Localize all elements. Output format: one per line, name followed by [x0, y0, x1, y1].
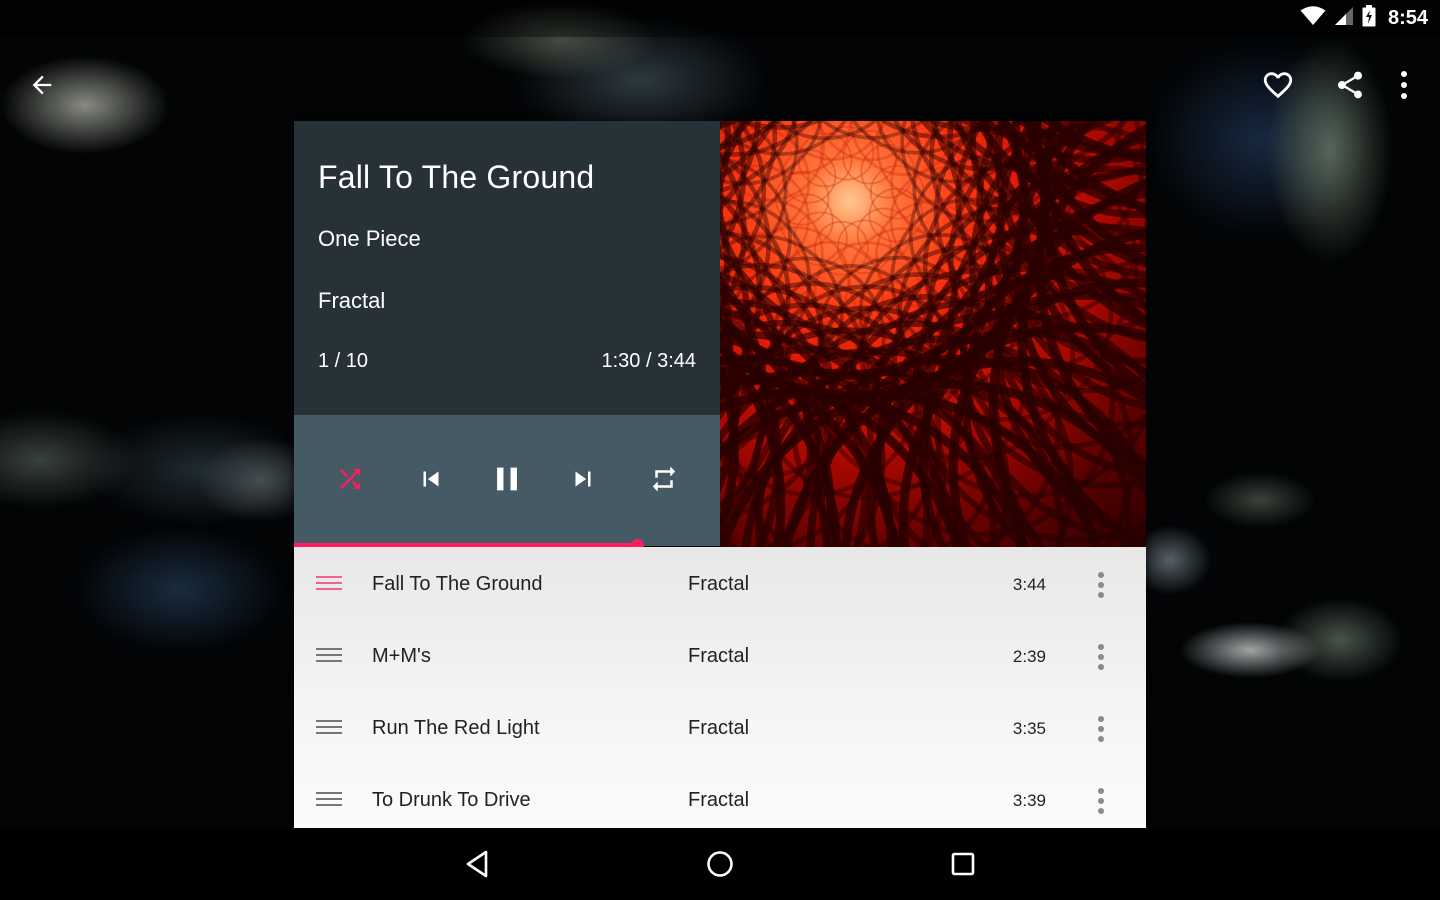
repeat-icon	[652, 466, 676, 492]
pause-button[interactable]	[485, 457, 529, 501]
drag-handle-icon[interactable]	[316, 647, 342, 665]
artist-name: Fractal	[318, 288, 386, 313]
track-duration: 3:44	[1012, 575, 1046, 594]
album-name: One Piece	[318, 226, 421, 251]
song-title: Fall To The Ground	[318, 159, 595, 195]
nav-back-button[interactable]	[453, 840, 501, 888]
status-bar: 8:54	[1300, 0, 1428, 37]
recents-square-icon	[951, 852, 975, 876]
shuffle-button[interactable]	[328, 457, 372, 501]
more-vert-icon	[1401, 71, 1407, 99]
playlist-row[interactable]: Fall To The Ground Fractal 3:44	[294, 549, 1146, 621]
now-playing-card: Fall To The Ground One Piece Fractal 1 /…	[294, 121, 1146, 828]
playlist-row[interactable]: Run The Red Light Fractal 3:35	[294, 693, 1146, 765]
track-artist: Fractal	[688, 717, 750, 739]
nav-home-button[interactable]	[696, 840, 744, 888]
track-title: To Drunk To Drive	[372, 789, 531, 811]
back-triangle-icon	[466, 850, 488, 878]
more-options-button[interactable]	[1380, 61, 1428, 109]
track-title: Fall To The Ground	[372, 573, 543, 595]
share-button[interactable]	[1326, 61, 1374, 109]
fractal-artwork	[720, 121, 1146, 547]
back-button[interactable]	[18, 61, 66, 109]
track-artist: Fractal	[688, 789, 750, 811]
playlist-row[interactable]: To Drunk To Drive Fractal 3:39	[294, 765, 1146, 828]
navigation-bar	[0, 828, 1440, 900]
next-button[interactable]	[561, 457, 605, 501]
cell-signal-icon	[1334, 6, 1354, 31]
arrow-back-icon	[32, 75, 52, 95]
track-info-panel: Fall To The Ground One Piece Fractal 1 /…	[294, 121, 720, 415]
track-title: M+M's	[372, 645, 431, 667]
drag-handle-icon[interactable]	[316, 791, 342, 809]
album-art	[720, 121, 1146, 547]
skip-next-icon	[575, 471, 591, 487]
heart-outline-icon	[1263, 72, 1293, 99]
track-duration: 3:39	[1012, 791, 1046, 810]
elapsed-time: 1:30 / 3:44	[601, 350, 696, 372]
track-duration: 3:35	[1012, 719, 1046, 738]
favorite-button[interactable]	[1254, 61, 1302, 109]
track-title: Run The Red Light	[372, 717, 540, 739]
drag-handle-icon[interactable]	[316, 575, 342, 593]
status-bar-background	[0, 0, 1440, 37]
shuffle-icon	[340, 469, 360, 489]
playback-controls	[294, 415, 720, 546]
skip-previous-icon	[423, 471, 439, 487]
track-more-icon[interactable]	[1088, 783, 1114, 819]
battery-charging-icon	[1362, 5, 1376, 32]
drag-handle-icon[interactable]	[316, 719, 342, 737]
track-more-icon[interactable]	[1088, 711, 1114, 747]
playlist: Fall To The Ground Fractal 3:44 M+M's Fr…	[294, 547, 1146, 828]
previous-button[interactable]	[409, 457, 453, 501]
track-position: 1 / 10	[318, 350, 369, 372]
nav-recents-button[interactable]	[939, 840, 987, 888]
wifi-icon	[1300, 6, 1326, 31]
track-artist: Fractal	[688, 645, 750, 667]
share-icon	[1338, 71, 1362, 99]
home-circle-icon	[707, 851, 733, 877]
repeat-button[interactable]	[642, 457, 686, 501]
track-more-icon[interactable]	[1088, 567, 1114, 603]
playlist-row[interactable]: M+M's Fractal 2:39	[294, 621, 1146, 693]
track-more-icon[interactable]	[1088, 639, 1114, 675]
track-artist: Fractal	[688, 573, 750, 595]
pause-icon	[497, 467, 517, 491]
clock: 8:54	[1387, 7, 1428, 29]
track-duration: 2:39	[1012, 647, 1046, 666]
